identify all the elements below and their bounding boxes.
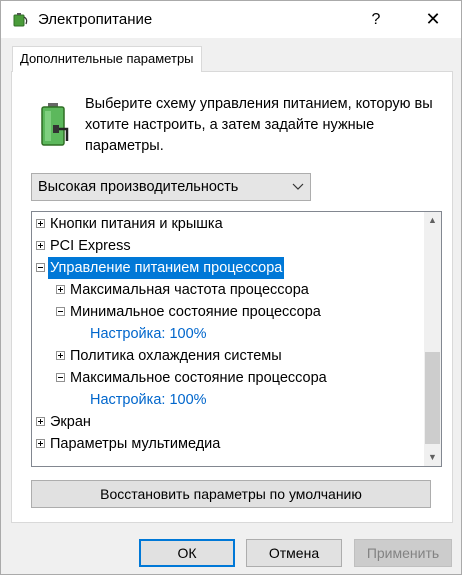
power-plan-select[interactable]: Высокая производительность <box>31 173 311 201</box>
apply-button[interactable]: Применить <box>354 539 452 567</box>
scroll-down-arrow-icon[interactable]: ▼ <box>424 449 441 466</box>
tree-item-label: Минимальное состояние процессора <box>70 304 321 320</box>
window-title: Электропитание <box>38 11 153 28</box>
tree-item-label: Управление питанием процессора <box>48 257 285 279</box>
tab-advanced-settings[interactable]: Дополнительные параметры <box>12 46 202 72</box>
ok-button[interactable]: ОК <box>139 539 235 567</box>
expand-plus-icon[interactable] <box>36 439 45 448</box>
title-bar: Электропитание ? ✕ <box>1 1 461 38</box>
tree-item-label: Максимальная частота процессора <box>70 282 309 298</box>
tree-item[interactable]: Управление питанием процессора <box>32 257 422 279</box>
expand-plus-icon[interactable] <box>36 417 45 426</box>
restore-defaults-button[interactable]: Восстановить параметры по умолчанию <box>31 480 431 508</box>
tree-item[interactable]: Настройка: 100% <box>32 323 422 345</box>
settings-tree[interactable]: Кнопки питания и крышка PCI Express Управл… <box>31 211 442 467</box>
tree-item[interactable]: Настройка: 100% <box>32 389 422 411</box>
tree-item[interactable]: Максимальная частота процессора <box>32 279 422 301</box>
collapse-minus-icon[interactable] <box>56 307 65 316</box>
expand-plus-icon[interactable] <box>56 285 65 294</box>
tree-item[interactable]: Минимальное состояние процессора <box>32 301 422 323</box>
tree-item-label: Параметры мультимедиа <box>50 436 221 452</box>
tree-item[interactable]: PCI Express <box>32 235 422 257</box>
close-button[interactable]: ✕ <box>407 1 459 38</box>
tree-scrollbar[interactable]: ▲ ▼ <box>424 212 441 466</box>
tree-item[interactable]: Параметры мультимедиа <box>32 433 422 455</box>
scrollbar-thumb[interactable] <box>425 352 440 444</box>
power-options-icon <box>13 13 28 27</box>
power-options-dialog: Электропитание ? ✕ Дополнительные параме… <box>0 0 462 575</box>
expand-plus-icon[interactable] <box>36 219 45 228</box>
tree-item[interactable]: Кнопки питания и крышка <box>32 213 422 235</box>
collapse-minus-icon[interactable] <box>56 373 65 382</box>
expand-plus-icon[interactable] <box>36 241 45 250</box>
tree-item[interactable]: Максимальное состояние процессора <box>32 367 422 389</box>
description-text: Выберите схему управления питанием, кото… <box>85 96 433 154</box>
tree-item[interactable]: Политика охлаждения системы <box>32 345 422 367</box>
setting-value-link[interactable]: Настройка: 100% <box>90 323 207 345</box>
tree-item-label: Политика охлаждения системы <box>70 348 282 364</box>
collapse-minus-icon[interactable] <box>36 263 45 272</box>
settings-panel: Выберите схему управления питанием, кото… <box>11 71 453 523</box>
scroll-up-arrow-icon[interactable]: ▲ <box>424 212 441 229</box>
power-plan-select-value: Высокая производительность <box>38 179 239 195</box>
cancel-button[interactable]: Отмена <box>246 539 342 567</box>
tree-item-label: Экран <box>50 414 91 430</box>
help-button[interactable]: ? <box>353 1 399 38</box>
setting-value-link[interactable]: Настройка: 100% <box>90 389 207 411</box>
tree-item-label: Кнопки питания и крышка <box>50 216 223 232</box>
expand-plus-icon[interactable] <box>56 351 65 360</box>
battery-plug-icon <box>41 103 69 146</box>
chevron-down-icon <box>292 183 304 190</box>
tree-item[interactable]: Экран <box>32 411 422 433</box>
tree-item-label: PCI Express <box>50 238 131 254</box>
tree-item-label: Максимальное состояние процессора <box>70 370 327 386</box>
